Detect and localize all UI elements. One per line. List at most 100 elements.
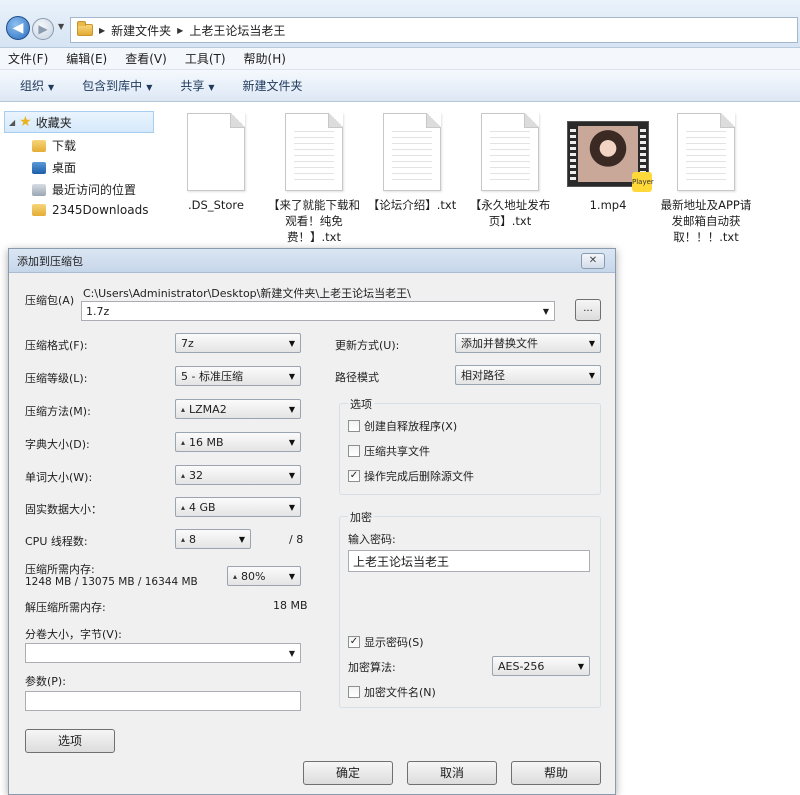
options-group-title: 选项 [348,396,374,412]
sidebar-item-downloads[interactable]: 下载 [32,137,76,154]
menu-file[interactable]: 文件(F) [8,50,48,67]
include-in-library-label: 包含到库中 [82,79,143,93]
encrypt-filenames-label: 加密文件名(N) [364,686,436,699]
text-file-icon [481,113,539,191]
desktop-icon [32,161,46,174]
help-button[interactable]: 帮助 [511,761,601,785]
sidebar-item-label: 最近访问的位置 [52,183,137,197]
close-button[interactable]: ✕ [581,253,605,269]
share-button[interactable]: 共享 ▼ [180,77,214,94]
path-mode-label: 路径模式 [335,371,379,384]
show-password-label: 显示密码(S) [364,636,424,649]
forward-button[interactable]: ▶ [32,18,54,40]
update-mode-label: 更新方式(U): [335,339,400,352]
file-item[interactable]: 【永久地址发布页】.txt [462,113,558,229]
file-name: .DS_Store [188,198,244,212]
checkmark-icon: ✓ [348,636,360,648]
delete-after-label: 操作完成后删除源文件 [364,470,474,483]
include-in-library-button[interactable]: 包含到库中 ▼ [82,77,152,94]
memory-percent-value: 80% [241,569,266,583]
word-size-value: 32 [189,468,204,482]
cpu-threads-value: 8 [189,532,197,546]
show-password-checkbox[interactable]: ✓ 显示密码(S) [348,634,424,650]
file-list: .DS_Store 【来了就能下载和观看！纯免费！】.txt 【论坛介绍】.tx… [160,103,800,253]
sidebar-item-label: 桌面 [52,161,77,175]
sidebar-item-label: 收藏夹 [35,115,72,130]
archive-name-combo[interactable]: 1.7z ▼ [81,301,555,321]
breadcrumb-separator-icon: ▶ [99,25,106,35]
encrypt-filenames-checkbox[interactable]: 加密文件名(N) [348,684,436,700]
breadcrumb-item[interactable]: 上老王论坛当老王 [189,22,285,39]
delete-after-checkbox[interactable]: ✓ 操作完成后删除源文件 [348,468,474,484]
recent-pages-dropdown-icon[interactable]: ▼ [58,22,64,31]
dropdown-arrow-icon: ▼ [288,648,295,658]
address-bar[interactable]: ▶ 新建文件夹 ▶ 上老王论坛当老王 [70,17,798,43]
browse-button[interactable]: ... [575,299,601,321]
navigation-pane: ◢ ★ 收藏夹 下载 桌面 最近访问的位置 2345Downloads [0,103,160,253]
method-select[interactable]: LZMA2 [175,399,301,419]
sidebar-item-recent-places[interactable]: 最近访问的位置 [32,181,136,198]
create-sfx-checkbox[interactable]: 创建自释放程序(X) [348,418,457,434]
format-select[interactable]: 7z [175,333,301,353]
sidebar-item-label: 下载 [52,139,77,153]
video-thumbnail: Player [567,121,654,192]
word-size-label: 单词大小(W): [25,471,93,484]
archive-label: 压缩包(A) [25,294,75,307]
back-button[interactable]: ◀ [6,16,30,40]
cpu-threads-select[interactable]: 8 [175,529,251,549]
menu-tools[interactable]: 工具(T) [185,50,226,67]
solid-block-value: 4 GB [189,500,216,514]
checkmark-icon: ✓ [348,470,360,482]
options-button[interactable]: 选项 [25,729,115,753]
sidebar-item-2345downloads[interactable]: 2345Downloads [32,203,148,217]
file-item[interactable]: .DS_Store [168,113,264,213]
sidebar-item-label: 2345Downloads [52,203,149,217]
dictionary-label: 字典大小(D): [25,438,90,451]
encryption-group: 加密 输入密码: 上老王论坛当老王 ✓ 显示密码(S) 加密算法: AES-25… [339,509,601,708]
sidebar-item-desktop[interactable]: 桌面 [32,159,76,176]
memory-percent-select[interactable]: 80% [227,566,301,586]
parameters-input[interactable] [25,691,301,711]
checkbox-box [348,686,360,698]
volume-size-combo[interactable]: ▼ [25,643,301,663]
breadcrumb-separator-icon: ▶ [177,25,184,35]
dropdown-arrow-icon: ▼ [208,83,215,92]
sidebar-item-favorites[interactable]: ◢ ★ 收藏夹 [4,111,154,133]
encryption-method-select[interactable]: AES-256 [492,656,590,676]
text-file-icon [677,113,735,191]
file-item[interactable]: Player 1.mp4 [560,113,656,213]
file-name: 【论坛介绍】.txt [367,198,457,212]
path-mode-select[interactable]: 相对路径 [455,365,601,385]
dropdown-arrow-icon: ▼ [542,306,549,316]
collapse-icon[interactable]: ◢ [9,118,15,127]
new-folder-button[interactable]: 新建文件夹 [243,77,303,94]
cpu-threads-label: CPU 线程数: [25,535,88,548]
menu-view[interactable]: 查看(V) [125,50,167,67]
ok-button[interactable]: 确定 [303,761,393,785]
cpu-threads-total: / 8 [289,533,304,546]
solid-block-select[interactable]: 4 GB [175,497,301,517]
word-size-select[interactable]: 32 [175,465,301,485]
menu-edit[interactable]: 编辑(E) [66,50,107,67]
dropdown-arrow-icon: ▼ [48,83,55,92]
file-item[interactable]: 【来了就能下载和观看！纯免费！】.txt [266,113,362,245]
cancel-button[interactable]: 取消 [407,761,497,785]
menu-help[interactable]: 帮助(H) [244,50,286,67]
compress-shared-checkbox[interactable]: 压缩共享文件 [348,443,430,459]
checkbox-box [348,420,360,432]
download-folder-icon [32,139,46,152]
password-label: 输入密码: [348,533,396,546]
file-name: 【来了就能下载和观看！纯免费！】.txt [268,198,360,244]
breadcrumb-item[interactable]: 新建文件夹 [111,22,171,39]
file-item[interactable]: 【论坛介绍】.txt [364,113,460,213]
update-mode-select[interactable]: 添加并替换文件 [455,333,601,353]
password-input[interactable]: 上老王论坛当老王 [348,550,590,572]
file-item[interactable]: 最新地址及APP请发邮箱自动获取！！！.txt [658,113,754,245]
level-select[interactable]: 5 - 标准压缩 [175,366,301,386]
menu-bar: 文件(F) 编辑(E) 查看(V) 工具(T) 帮助(H) [0,48,800,70]
organize-button[interactable]: 组织 ▼ [20,77,54,94]
method-label: 压缩方法(M): [25,405,91,418]
dictionary-select[interactable]: 16 MB [175,432,301,452]
text-file-icon [383,113,441,191]
folder-icon [77,21,93,36]
